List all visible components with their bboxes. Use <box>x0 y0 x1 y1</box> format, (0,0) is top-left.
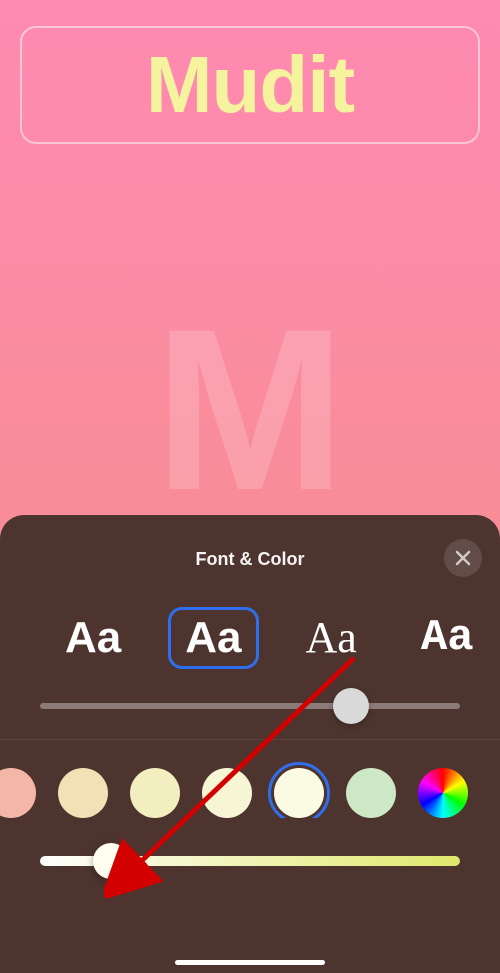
slider-track <box>40 703 460 709</box>
contact-name: Mudit <box>146 39 354 131</box>
font-picker-row: Aa Aa Aa Aa <box>0 579 500 669</box>
color-swatch-1[interactable] <box>58 768 108 818</box>
name-display-box[interactable]: Mudit <box>20 26 480 144</box>
color-swatch-3[interactable] <box>202 768 252 818</box>
tint-thumb[interactable] <box>93 843 129 879</box>
close-icon <box>455 550 471 566</box>
close-button[interactable] <box>444 539 482 577</box>
font-option-2[interactable]: Aa <box>289 607 374 669</box>
tint-track <box>40 856 460 866</box>
panel-title: Font & Color <box>196 549 305 570</box>
panel-header: Font & Color <box>0 539 500 579</box>
tint-slider[interactable] <box>0 818 500 866</box>
color-swatch-0[interactable] <box>0 768 36 818</box>
weight-slider[interactable] <box>0 669 500 739</box>
font-option-3[interactable]: Aa <box>404 607 491 669</box>
monogram-watermark: M <box>154 295 346 525</box>
color-picker-row <box>0 740 500 818</box>
color-swatch-2[interactable] <box>130 768 180 818</box>
color-swatch-5[interactable] <box>346 768 396 818</box>
home-indicator[interactable] <box>175 960 325 965</box>
font-option-1[interactable]: Aa <box>168 607 258 669</box>
font-color-panel: Font & Color Aa Aa Aa Aa <box>0 515 500 973</box>
color-swatch-4[interactable] <box>274 768 324 818</box>
color-wheel-button[interactable] <box>418 768 468 818</box>
font-option-0[interactable]: Aa <box>48 607 138 669</box>
slider-thumb[interactable] <box>333 688 369 724</box>
